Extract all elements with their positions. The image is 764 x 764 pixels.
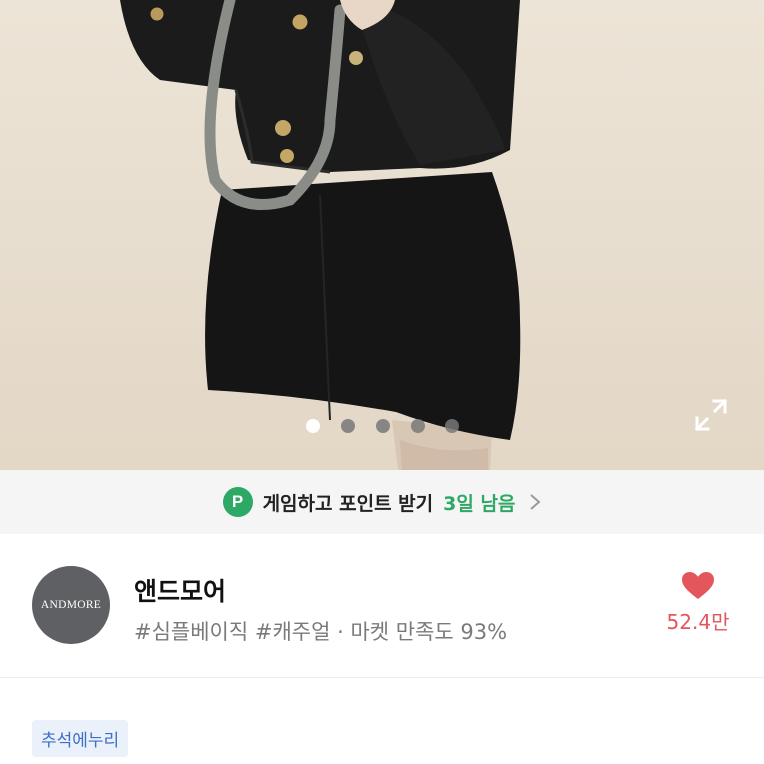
point-game-label: 게임하고 포인트 받기 (262, 492, 434, 515)
shop-info: ANDMORE 앤드모어 #심플베이직 #캐주얼 · 마켓 만족도 93% 52… (0, 534, 764, 678)
days-left-label: 3일 남음 (443, 492, 516, 515)
expand-arrows-icon[interactable] (692, 396, 730, 434)
point-game-banner[interactable]: P 게임하고 포인트 받기 3일 남음 (0, 470, 764, 534)
like-button[interactable]: 52.4만 (660, 572, 736, 635)
shop-tags: #심플베이직 #캐주얼 · 마켓 만족도 93% (134, 620, 508, 644)
coupon-chip[interactable]: 추석에누리 (32, 720, 129, 757)
like-count: 52.4만 (666, 610, 730, 634)
shop-name[interactable]: 앤드모어 (134, 572, 226, 608)
carousel-dot-1[interactable] (306, 419, 320, 433)
point-badge-icon: P (222, 487, 253, 517)
carousel-dot-5[interactable] (445, 419, 459, 433)
carousel-indicator[interactable] (0, 419, 764, 433)
point-game-link[interactable]: P 게임하고 포인트 받기 3일 남음 (222, 487, 542, 517)
carousel-dot-4[interactable] (411, 419, 425, 433)
heart-icon (682, 572, 714, 599)
product-photo[interactable] (0, 0, 764, 470)
chevron-right-icon (530, 494, 541, 510)
product-image (120, 0, 521, 470)
carousel-dot-3[interactable] (376, 419, 390, 433)
carousel-dot-2[interactable] (341, 419, 355, 433)
shop-avatar-text: ANDMORE (40, 599, 102, 611)
shop-avatar[interactable]: ANDMORE (32, 566, 110, 644)
